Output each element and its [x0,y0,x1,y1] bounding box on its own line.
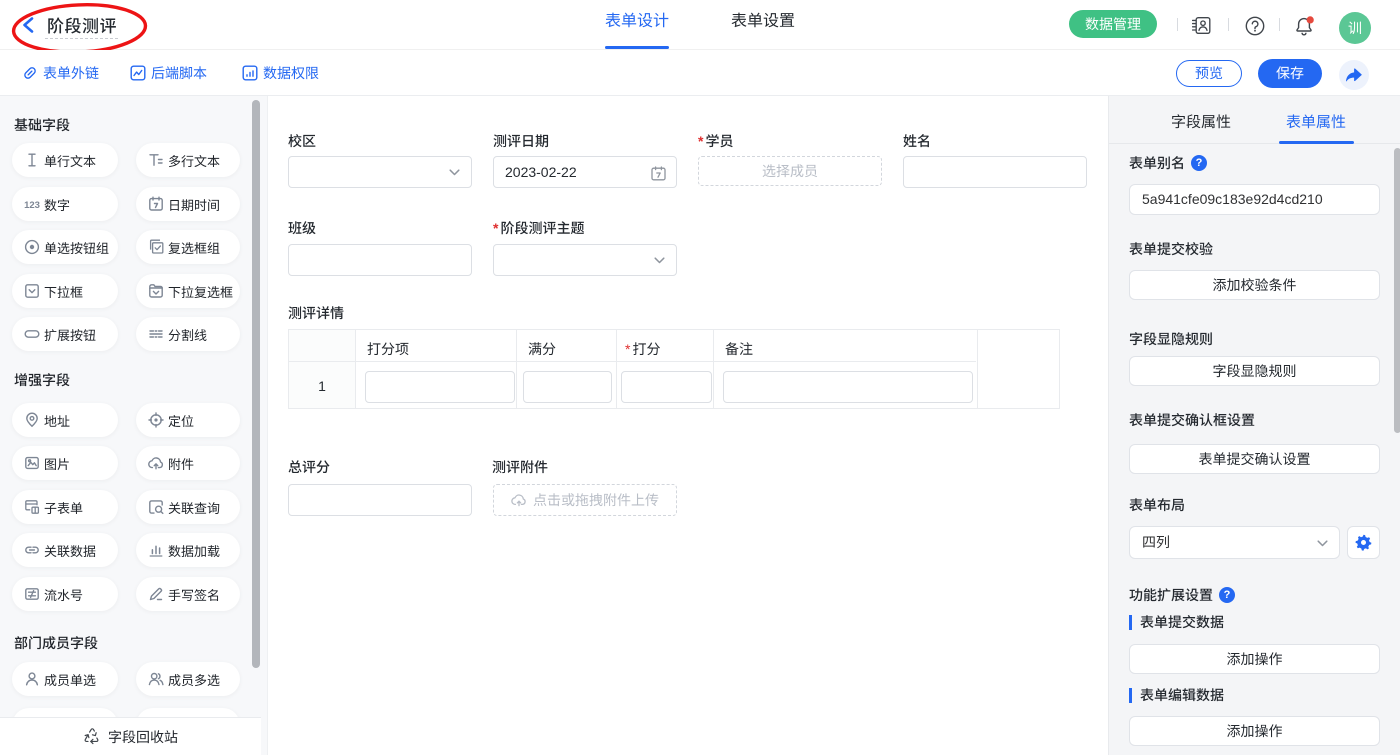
svg-text:123: 123 [24,200,40,211]
